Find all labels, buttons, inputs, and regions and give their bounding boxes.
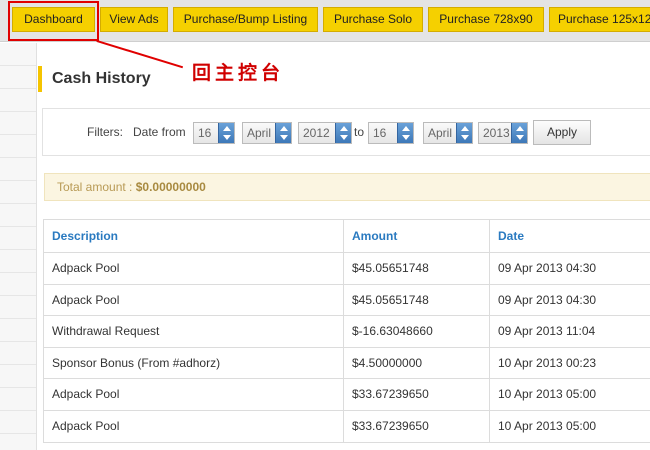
sidebar-row[interactable] (0, 135, 36, 158)
sidebar-row[interactable] (0, 250, 36, 273)
total-amount-label: Total amount : (57, 180, 133, 194)
apply-button[interactable]: Apply (533, 120, 591, 145)
to-label: to (354, 125, 365, 139)
sidebar-row[interactable] (0, 342, 36, 365)
table-row: Sponsor Bonus (From #adhorz) $4.50000000… (43, 347, 650, 380)
cell-amount: $45.05651748 (344, 284, 490, 316)
from-day-value: 16 (198, 126, 212, 140)
filters-panel: Filters: Date from 16 April 2012 to 16 A… (42, 108, 650, 156)
cell-description: Adpack Pool (43, 253, 344, 284)
column-header-date[interactable]: Date (490, 220, 650, 252)
sidebar-row[interactable] (0, 89, 36, 112)
spinner-icon[interactable] (397, 123, 413, 143)
table-row: Adpack Pool $33.67239650 10 Apr 2013 05:… (43, 410, 650, 443)
cell-date: 09 Apr 2013 04:30 (490, 285, 650, 316)
table-row: Adpack Pool $45.05651748 09 Apr 2013 04:… (43, 284, 650, 317)
from-month-select[interactable]: April (242, 122, 292, 144)
sidebar-row[interactable] (0, 273, 36, 296)
to-year-value: 2013 (483, 126, 510, 140)
sidebar-row[interactable] (0, 112, 36, 135)
spinner-icon[interactable] (275, 123, 291, 143)
cell-date: 10 Apr 2013 00:23 (490, 348, 650, 379)
cell-amount: $-16.63048660 (344, 316, 490, 347)
cell-amount: $33.67239650 (344, 410, 490, 442)
filters-label: Filters: (87, 125, 123, 139)
cell-date: 10 Apr 2013 05:00 (490, 411, 650, 442)
cell-amount: $45.05651748 (344, 253, 490, 284)
nav-view-ads-button[interactable]: View Ads (100, 7, 168, 32)
page-title-accent (38, 66, 42, 92)
cash-history-table: Description Amount Date Adpack Pool $45.… (43, 219, 650, 443)
sidebar-row[interactable] (0, 158, 36, 181)
nav-purchase-bump-listing-button[interactable]: Purchase/Bump Listing (173, 7, 318, 32)
cell-description: Adpack Pool (43, 284, 344, 316)
sidebar-row[interactable] (0, 227, 36, 250)
to-day-value: 16 (373, 126, 387, 140)
spinner-icon[interactable] (456, 123, 472, 143)
cell-date: 10 Apr 2013 05:00 (490, 379, 650, 410)
sidebar (0, 43, 37, 450)
cell-description: Adpack Pool (43, 410, 344, 442)
sidebar-row[interactable] (0, 388, 36, 411)
nav-purchase-125x125-button[interactable]: Purchase 125x125 (549, 7, 650, 32)
sidebar-row[interactable] (0, 319, 36, 342)
spinner-icon[interactable] (218, 123, 234, 143)
nav-purchase-solo-button[interactable]: Purchase Solo (323, 7, 423, 32)
sidebar-row[interactable] (0, 66, 36, 89)
table-row: Adpack Pool $33.67239650 10 Apr 2013 05:… (43, 379, 650, 411)
column-header-amount[interactable]: Amount (344, 220, 490, 252)
table-header-row: Description Amount Date (43, 220, 650, 253)
total-amount-bar: Total amount : $0.00000000 (44, 173, 650, 201)
sidebar-row[interactable] (0, 181, 36, 204)
cell-description: Adpack Pool (43, 379, 344, 410)
annotation-highlight-box (8, 1, 99, 41)
spinner-icon[interactable] (335, 123, 351, 143)
nav-purchase-728x90-button[interactable]: Purchase 728x90 (428, 7, 544, 32)
page-title: Cash History (52, 70, 151, 87)
annotation-label: 回主控台 (188, 58, 289, 85)
cell-amount: $33.67239650 (344, 379, 490, 410)
column-header-description[interactable]: Description (43, 220, 344, 252)
table-row: Withdrawal Request $-16.63048660 09 Apr … (43, 316, 650, 348)
from-day-select[interactable]: 16 (193, 122, 235, 144)
from-year-value: 2012 (303, 126, 330, 140)
sidebar-row[interactable] (0, 365, 36, 388)
sidebar-row[interactable] (0, 204, 36, 227)
to-year-select[interactable]: 2013 (478, 122, 528, 144)
table-row: Adpack Pool $45.05651748 09 Apr 2013 04:… (43, 253, 650, 285)
cell-amount: $4.50000000 (344, 347, 490, 379)
to-day-select[interactable]: 16 (368, 122, 414, 144)
from-month-value: April (247, 126, 272, 140)
annotation-arrow-line (96, 40, 184, 69)
sidebar-row[interactable] (0, 296, 36, 319)
cell-description: Withdrawal Request (43, 316, 344, 347)
spinner-icon[interactable] (511, 123, 527, 143)
cell-date: 09 Apr 2013 04:30 (490, 253, 650, 284)
to-month-value: April (428, 126, 453, 140)
date-from-label: Date from (133, 125, 186, 139)
sidebar-row[interactable] (0, 411, 36, 434)
sidebar-row[interactable] (0, 43, 36, 66)
to-month-select[interactable]: April (423, 122, 473, 144)
cell-description: Sponsor Bonus (From #adhorz) (43, 347, 344, 379)
total-amount-value: $0.00000000 (135, 180, 206, 194)
from-year-select[interactable]: 2012 (298, 122, 352, 144)
cell-date: 09 Apr 2013 11:04 (490, 316, 650, 347)
